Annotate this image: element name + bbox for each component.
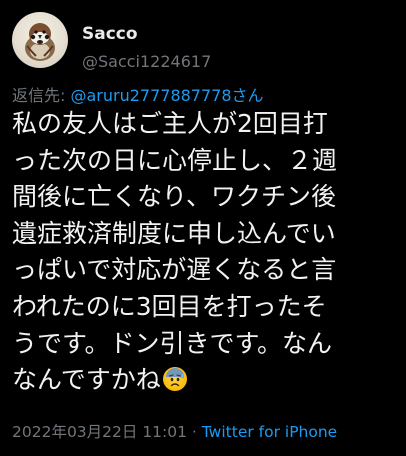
tweet-line: 間後に亡くなり、ワクチン後 [12, 182, 337, 212]
tweet-line: った次の日に心停止し、２週 [12, 145, 338, 175]
tweet-line: うです。ドン引きです。なん [12, 328, 333, 358]
tweet-last-line: なんですかね [12, 362, 398, 399]
user-handle[interactable]: @Sacci1224617 [82, 52, 211, 71]
tweet-line: われたのに3回目を打ったそ [12, 291, 327, 321]
tweet-timestamp[interactable]: 2022年03月22日 11:01 [12, 423, 187, 441]
reply-to-line: 返信先: @aruru2777887778さん [12, 82, 264, 106]
tweet-meta: 2022年03月22日 11:01 · Twitter for iPhone [12, 420, 337, 442]
reply-target-link[interactable]: @aruru2777887778さん [70, 86, 263, 105]
anxious-face-with-sweat-icon [162, 367, 187, 392]
tweet-text: 私の友人はご主人が2回目打 った次の日に心停止し、２週 間後に亡くなり、ワクチン… [12, 106, 398, 399]
tweet-header: Sacco @Sacci1224617 [12, 12, 394, 72]
tweet-line: 遺症救済制度に申し込んでい [12, 218, 336, 248]
tweet-line: っぱいで対応が遅くなると言 [12, 255, 337, 285]
meta-separator: · [187, 423, 202, 441]
tweet-line-text: なんですかね [12, 365, 161, 395]
display-name[interactable]: Sacco [82, 24, 138, 44]
tweet-source-link[interactable]: Twitter for iPhone [202, 423, 337, 441]
sparrow-avatar-icon[interactable] [12, 12, 68, 68]
tweet-line: 私の友人はご主人が2回目打 [12, 109, 328, 138]
reply-prefix: 返信先: [12, 86, 71, 105]
